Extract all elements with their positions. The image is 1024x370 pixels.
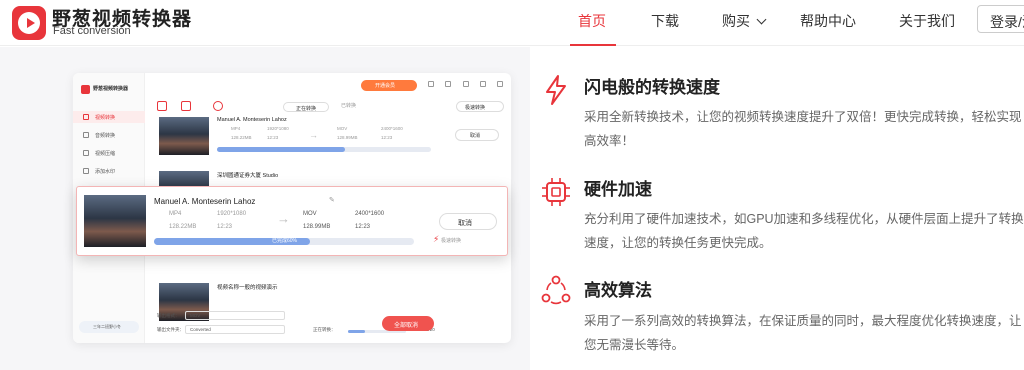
feature-title-algorithm: 高效算法 [584, 281, 652, 300]
file-name: 视频名称一般的视频演示 [217, 285, 278, 291]
format: MP4 [231, 126, 241, 131]
cancel-all-button[interactable]: 全部取消 [382, 316, 434, 331]
algorithm-icon [541, 275, 571, 305]
cancel-button[interactable]: 取消 [439, 213, 497, 230]
output-duration: 12:23 [381, 135, 393, 140]
feature-desc-speed: 采用全新转换技术，让您的视频转换速度提升了双倍！更快完成转换，轻松实现高效率！ [584, 110, 1022, 148]
output-size: 128.99MB [303, 224, 331, 230]
lightning-icon [546, 75, 566, 105]
resolution: 1920*1080 [267, 126, 289, 131]
nav-buy-label: 购买 [722, 13, 750, 29]
feature-desc-algorithm: 采用了一系列高效的转换算法，在保证质量的同时，最大程度优化转换速度，让您无需漫长… [584, 314, 1022, 352]
add-folder-icon[interactable] [181, 101, 191, 111]
sidebar-label: 音频转换 [95, 133, 116, 139]
record-icon[interactable] [213, 101, 223, 111]
maximize-icon[interactable] [480, 81, 486, 87]
edit-icon[interactable]: ✎ [329, 196, 335, 204]
sidebar-label: 视频压缩 [95, 151, 116, 157]
menu-icon[interactable] [445, 81, 451, 87]
file-name: 深圳圆通证券大厦 Studio [217, 173, 279, 179]
login-button[interactable]: 登录/注 [977, 5, 1024, 33]
user-badge[interactable]: 三年二班野小冬 [79, 321, 139, 333]
tab-converting[interactable]: 正在转换 [283, 102, 329, 112]
speed-convert-button[interactable]: 极速转换 [456, 101, 504, 112]
sidebar-label: 添加水印 [95, 169, 116, 175]
arrow-right-icon: → [309, 130, 318, 140]
duration: 12:23 [217, 224, 233, 230]
output-folder-label: 输出文件夹： [157, 327, 184, 332]
video-icon [83, 114, 89, 120]
video-thumbnail [159, 117, 209, 155]
nav-buy[interactable]: 购买 [722, 11, 767, 31]
output-resolution: 2400*1600 [381, 126, 403, 131]
video-thumbnail [84, 195, 146, 247]
progress-bar-fill [217, 147, 346, 152]
nav-help[interactable]: 帮助中心 [800, 11, 856, 31]
output-resolution: 2400*1600 [355, 211, 385, 217]
progress-bar: 已完成60% [154, 238, 414, 245]
audio-icon [83, 132, 89, 138]
feature-desc-hardware: 充分利用了硬件加速技术，如GPU加速和多线程优化，从硬件层面上提升了转换速度，让… [584, 212, 1024, 250]
file-size: 128.22MB [231, 135, 252, 140]
total-progress-fill [348, 330, 366, 333]
list-item: Manuel A. Monteserin Lahoz MP4 1920*1080… [159, 117, 511, 161]
tab-converted[interactable]: 已转换 [341, 102, 356, 109]
close-icon[interactable] [497, 81, 503, 87]
compress-icon [83, 150, 89, 156]
app-title: 野葱视频转换器 [93, 86, 129, 92]
feature-title-speed: 闪电般的转换速度 [584, 78, 720, 97]
arrow-right-icon: → [277, 211, 290, 226]
highlighted-task-card: Manuel A. Monteserin Lahoz ✎ MP4 1920*10… [76, 186, 508, 256]
nav-about[interactable]: 关于我们 [899, 11, 955, 31]
output-folder-select[interactable]: Converted [185, 325, 285, 334]
file-name: Manuel A. Monteserin Lahoz [154, 197, 256, 206]
chip-icon [542, 178, 570, 206]
add-file-icon[interactable] [157, 101, 167, 111]
progress-text: 已完成60% [272, 238, 298, 244]
file-name: Manuel A. Monteserin Lahoz [217, 117, 287, 123]
list-item: 视频名称一般的视频演示 [159, 283, 511, 327]
cancel-button[interactable]: 取消 [455, 129, 499, 141]
feature-title-hardware: 硬件加速 [584, 180, 652, 199]
format: MP4 [169, 211, 182, 217]
sidebar-item-video-convert[interactable]: 视频转换 [73, 111, 145, 123]
duration: 12:23 [267, 135, 279, 140]
nav-download[interactable]: 下载 [651, 11, 679, 31]
output-format: MOV [337, 126, 348, 131]
top-nav: 野葱视频转换器 Fast conversion 首页 下载 购买 帮助中心 关于… [0, 0, 1024, 46]
progress-bar [217, 147, 431, 152]
app-logo-icon [81, 85, 90, 94]
lightning-icon: ⚡ [433, 234, 440, 244]
chevron-down-icon [756, 14, 767, 25]
logo-play-icon[interactable] [12, 6, 46, 40]
output-format-select[interactable]: MOV [185, 311, 285, 320]
sidebar-item-audio-convert[interactable]: 音频转换 [73, 129, 145, 141]
nav-active-underline [570, 44, 616, 46]
output-format-label: 输出格式： [157, 313, 180, 318]
sidebar-item-watermark[interactable]: 添加水印 [73, 165, 145, 177]
output-size: 128.99MB [337, 135, 358, 140]
minimize-icon[interactable] [463, 81, 469, 87]
output-duration: 12:23 [355, 224, 371, 230]
brand-tagline: Fast conversion [53, 25, 131, 37]
sidebar-label: 视频转换 [95, 115, 116, 121]
speed-mode-label: 极速转换 [441, 238, 462, 244]
resolution: 1920*1080 [217, 211, 247, 217]
nav-home[interactable]: 首页 [578, 11, 606, 31]
output-format: MOV [303, 211, 317, 217]
headset-icon[interactable] [428, 81, 434, 87]
watermark-icon [83, 168, 89, 174]
converting-label: 正在转换： [313, 327, 336, 332]
file-size: 128.22MB [169, 224, 197, 230]
sidebar-item-compress[interactable]: 视频压缩 [73, 147, 145, 159]
open-vip-button[interactable]: 开通会员 [361, 80, 417, 91]
